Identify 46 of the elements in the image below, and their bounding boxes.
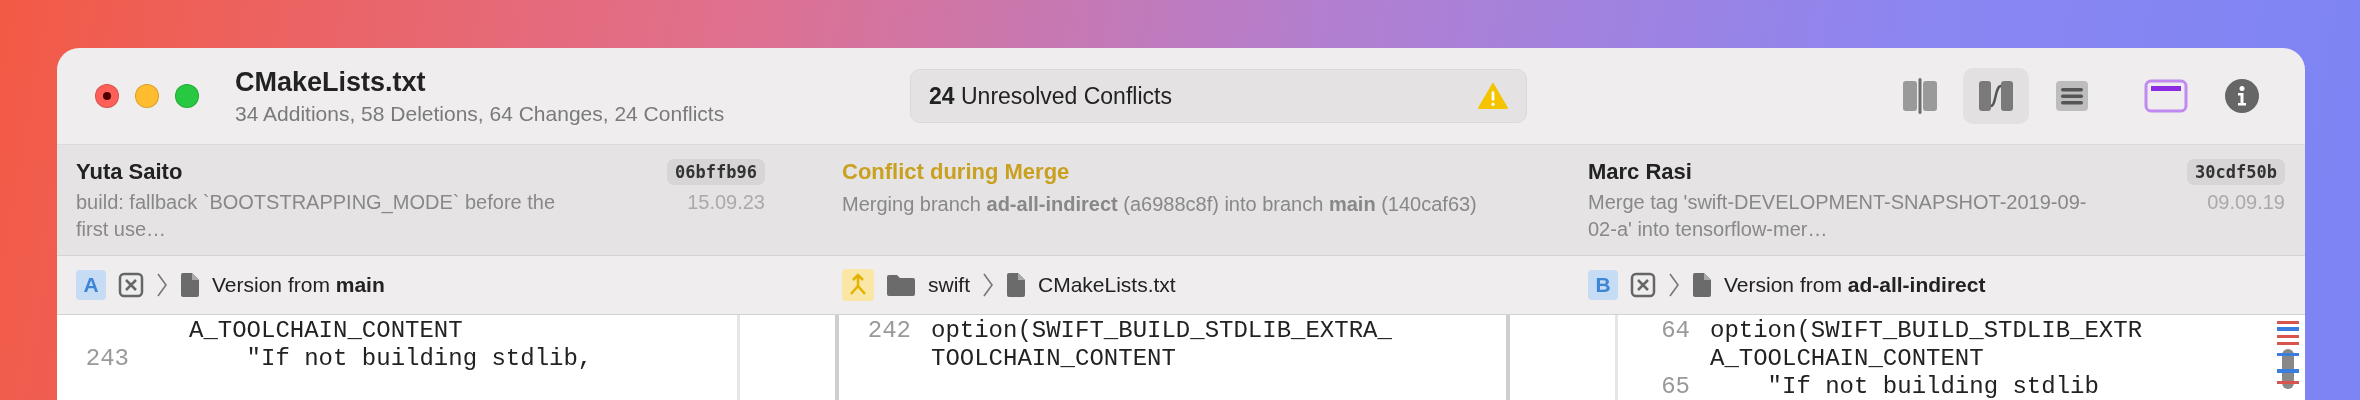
chevron-icon <box>982 272 994 298</box>
columns-icon[interactable] <box>1900 76 1940 116</box>
version-label: Version from main <box>212 273 385 297</box>
code-line: TOOLCHAIN_CONTENT <box>931 345 1176 373</box>
zoom-button[interactable] <box>175 84 199 108</box>
merge-message: Merging branch ad-all-indirect (a6988c8f) into branch main (140caf63) <box>842 192 1478 217</box>
close-button[interactable] <box>95 84 119 108</box>
merge-title: Conflict during Merge <box>842 159 1071 185</box>
author-name: Marc Rasi <box>1588 159 1692 185</box>
merge-icon <box>842 269 874 301</box>
code-line: A_TOOLCHAIN_CONTENT <box>189 317 463 345</box>
chevron-icon <box>156 272 168 298</box>
window-title: CMakeLists.txt <box>235 66 427 98</box>
line-number: 64 <box>1661 317 1690 344</box>
commit-hash: 06bffb96 <box>667 159 765 185</box>
folder-name[interactable]: swift <box>928 273 970 297</box>
conflicts-count: 24 Unresolved Conflicts <box>929 82 1172 110</box>
commit-date: 09.09.19 <box>2207 190 2285 214</box>
code-line: option(SWIFT_BUILD_STDLIB_EXTRA_ <box>931 317 1392 345</box>
commit-message: build: fallback `BOOTSTRAPPING_MODE` before the first use… <box>76 190 557 242</box>
chevron-icon <box>1668 272 1680 298</box>
version-badge: B <box>1588 270 1618 300</box>
code-line: option(SWIFT_BUILD_STDLIB_EXTR <box>1710 317 2143 345</box>
file-icon <box>1692 272 1712 298</box>
info-icon[interactable] <box>2224 78 2260 114</box>
window-icon[interactable] <box>2144 78 2188 114</box>
code-line: "If not building stdlib <box>1766 373 2099 400</box>
file-icon <box>180 272 200 298</box>
line-number: 242 <box>867 317 911 344</box>
line-number: 65 <box>1661 373 1690 400</box>
commit-message: Merge tag 'swift-DEVELOPMENT-SNAPSHOT-2019-09-02-a' into tensorflow-mer… <box>1588 190 2088 242</box>
x-box-icon[interactable] <box>1630 272 1656 298</box>
author-name: Yuta Saito <box>76 159 183 185</box>
file-name[interactable]: CMakeLists.txt <box>1038 273 1176 297</box>
code-line: "If not building stdlib, <box>245 345 593 373</box>
version-label: Version from ad-all-indirect <box>1724 273 1986 297</box>
version-badge: A <box>76 270 106 300</box>
file-icon <box>1006 272 1026 298</box>
x-box-icon[interactable] <box>118 272 144 298</box>
code-line: A_TOOLCHAIN_CONTENT <box>1710 345 1984 373</box>
commit-hash: 30cdf50b <box>2187 159 2285 185</box>
change-summary: 34 Additions, 58 Deletions, 64 Changes, 24 Conflicts <box>235 101 726 126</box>
connected-view-button[interactable] <box>1963 68 2029 124</box>
commit-date: 15.09.23 <box>687 190 765 214</box>
line-number: 243 <box>85 345 129 372</box>
folder-icon <box>886 273 916 297</box>
